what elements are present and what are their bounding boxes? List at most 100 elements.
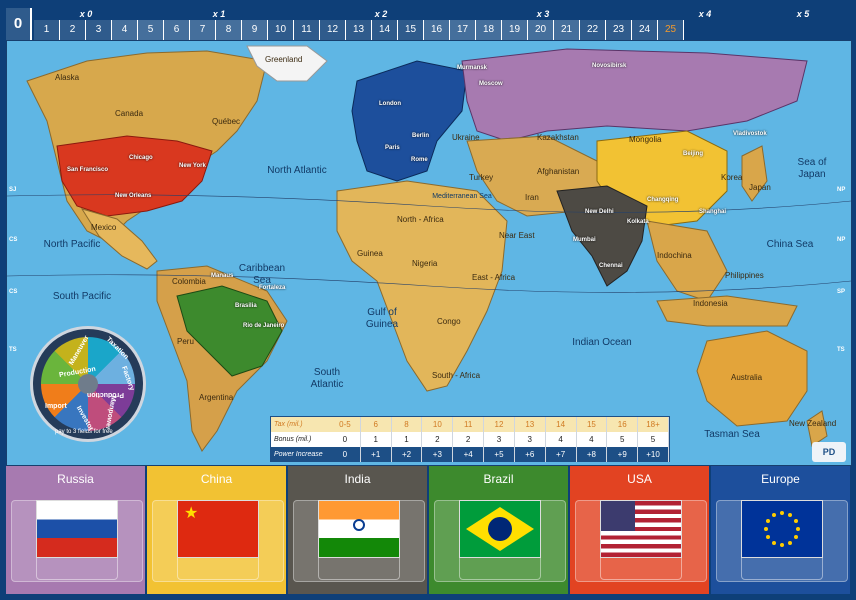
score-cell[interactable]: 6 — [164, 20, 190, 40]
territory-label[interactable]: Indochina — [657, 251, 692, 260]
territory-label[interactable]: Alaska — [55, 73, 79, 82]
nation-panel-brazil[interactable]: Brazil — [429, 466, 570, 594]
city-label[interactable]: Fortaleza — [259, 285, 285, 291]
score-cell[interactable]: 23 — [606, 20, 632, 40]
city-label[interactable]: London — [379, 101, 401, 107]
table-cell: +8 — [577, 447, 608, 462]
europe-territory — [351, 60, 468, 182]
city-label[interactable]: New Orleans — [115, 193, 151, 199]
brazil-flag-icon — [459, 500, 541, 558]
city-label[interactable]: Changqing — [647, 197, 678, 203]
territory-label[interactable]: Canada — [115, 109, 143, 118]
territory-label[interactable]: Guinea — [357, 249, 383, 258]
rondel-segment-label[interactable]: Production — [87, 391, 124, 398]
score-cell[interactable]: 3 — [86, 20, 112, 40]
city-label[interactable]: San Francisco — [67, 167, 108, 173]
score-cell[interactable]: 7 — [190, 20, 216, 40]
table-cell: +6 — [515, 447, 546, 462]
route-marker[interactable]: CS — [9, 289, 17, 295]
territory-label[interactable]: New Zealand — [789, 419, 836, 428]
city-label[interactable]: Mumbai — [573, 237, 596, 243]
rondel-wheel[interactable]: Production Import Investor Manpower Fact… — [30, 326, 146, 442]
city-label[interactable]: Manaus — [211, 273, 233, 279]
score-cell[interactable]: 13 — [346, 20, 372, 40]
city-label[interactable]: Chennai — [599, 263, 623, 269]
score-cell[interactable]: 18 — [476, 20, 502, 40]
city-label[interactable]: Rome — [411, 157, 428, 163]
route-marker[interactable]: TS — [9, 347, 17, 353]
score-cell[interactable]: 15 — [398, 20, 424, 40]
route-marker[interactable]: NP — [837, 237, 845, 243]
score-cell[interactable]: 11 — [294, 20, 320, 40]
game-board: 0 x 0 x 1 x 2 x 3 x 4 x 5 1 2 3 4 5 6 7 8 9 10 11 1… — [0, 0, 856, 600]
city-label[interactable]: Shanghai — [699, 209, 726, 215]
city-label[interactable]: Moscow — [479, 81, 503, 87]
territory-label[interactable]: Kazakhstan — [537, 133, 579, 142]
territory-label[interactable]: Indonesia — [693, 299, 728, 308]
territory-label[interactable]: Afghanistan — [537, 167, 579, 176]
multiplier-label: x 4 — [698, 9, 712, 19]
score-cell[interactable]: 17 — [450, 20, 476, 40]
score-cell[interactable]: 21 — [554, 20, 580, 40]
multiplier-label: x 5 — [796, 9, 810, 19]
nation-panel-china[interactable]: China ★ — [147, 466, 288, 594]
territory-label[interactable]: East - Africa — [472, 273, 515, 282]
score-cell[interactable]: 2 — [60, 20, 86, 40]
city-label[interactable]: Rio de Janeiro — [243, 323, 284, 329]
score-cell[interactable]: 9 — [242, 20, 268, 40]
territory-label[interactable]: Colombia — [172, 277, 206, 286]
city-label[interactable]: Vladivostok — [733, 131, 767, 137]
territory-label[interactable]: Québec — [212, 117, 240, 126]
score-cell[interactable]: 20 — [528, 20, 554, 40]
route-marker[interactable]: NP — [837, 187, 845, 193]
territory-label[interactable]: Iran — [525, 193, 539, 202]
score-cell[interactable]: 25 — [658, 20, 684, 40]
nation-panel-india[interactable]: India — [288, 466, 429, 594]
territory-label[interactable]: Turkey — [469, 173, 493, 182]
city-label[interactable]: Paris — [385, 145, 400, 151]
route-marker[interactable]: CS — [9, 237, 17, 243]
city-label[interactable]: Murmansk — [457, 65, 487, 71]
score-cell[interactable]: 24 — [632, 20, 658, 40]
route-marker[interactable]: TS — [837, 347, 845, 353]
score-cell[interactable]: 10 — [268, 20, 294, 40]
score-cell[interactable]: 22 — [580, 20, 606, 40]
territory-label[interactable]: Peru — [177, 337, 194, 346]
rondel-segment-label[interactable]: Import — [45, 403, 67, 410]
city-label[interactable]: Novosibirsk — [592, 63, 626, 69]
route-marker[interactable]: SP — [837, 289, 845, 295]
territory-label[interactable]: Mexico — [91, 223, 116, 232]
territory-label[interactable]: Congo — [437, 317, 461, 326]
score-cell[interactable]: 1 — [34, 20, 60, 40]
territory-label[interactable]: Japan — [749, 183, 771, 192]
score-cell[interactable]: 4 — [112, 20, 138, 40]
city-label[interactable]: Beijing — [683, 151, 703, 157]
city-label[interactable]: New York — [179, 163, 206, 169]
city-label[interactable]: Berlin — [412, 133, 429, 139]
territory-label[interactable]: South - Africa — [432, 371, 480, 380]
territory-label[interactable]: Australia — [731, 373, 762, 382]
score-cell[interactable]: 8 — [216, 20, 242, 40]
nation-panel-europe[interactable]: Europe — [711, 466, 850, 594]
territory-label[interactable]: Korea — [721, 173, 742, 182]
territory-label[interactable]: Argentina — [199, 393, 233, 402]
city-label[interactable]: Chicago — [129, 155, 153, 161]
nation-panel-usa[interactable]: USA — [570, 466, 711, 594]
city-label[interactable]: New Delhi — [585, 209, 614, 215]
nation-panel-russia[interactable]: Russia — [6, 466, 147, 594]
score-cell[interactable]: 19 — [502, 20, 528, 40]
score-cell[interactable]: 12 — [320, 20, 346, 40]
route-marker[interactable]: SJ — [9, 187, 16, 193]
score-cell[interactable]: 5 — [138, 20, 164, 40]
territory-label[interactable]: Nigeria — [412, 259, 437, 268]
territory-label[interactable]: Near East — [499, 231, 535, 240]
city-label[interactable]: Brasilia — [235, 303, 257, 309]
score-cell[interactable]: 16 — [424, 20, 450, 40]
territory-label[interactable]: Philippines — [725, 271, 764, 280]
city-label[interactable]: Kolkata — [627, 219, 649, 225]
score-cell[interactable]: 14 — [372, 20, 398, 40]
territory-label[interactable]: North - Africa — [397, 215, 444, 224]
territory-label[interactable]: Greenland — [265, 55, 302, 64]
territory-label[interactable]: Mongolia — [629, 135, 661, 144]
territory-label[interactable]: Ukraine — [452, 133, 480, 142]
